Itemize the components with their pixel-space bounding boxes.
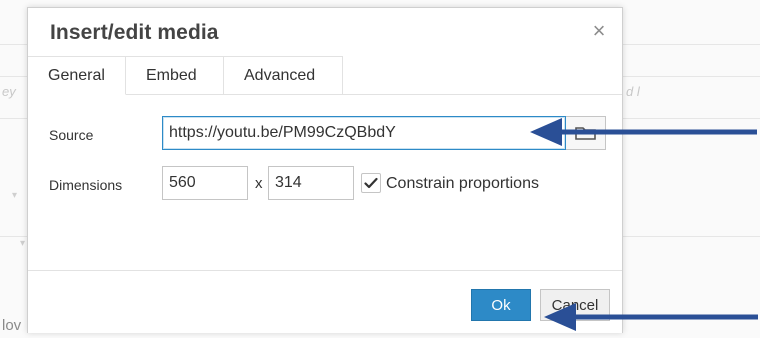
browse-button[interactable] xyxy=(566,116,606,150)
dimensions-separator: x xyxy=(255,175,263,192)
constrain-proportions-checkbox[interactable] xyxy=(361,173,381,193)
dimensions-label: Dimensions xyxy=(49,177,123,193)
dialog-footer: Ok Cancel xyxy=(28,270,622,333)
height-input[interactable]: 314 xyxy=(268,166,354,200)
tab-bar: General Embed Advanced xyxy=(28,56,622,95)
background-caret-icon: ▾ xyxy=(20,238,26,249)
tab-advanced[interactable]: Advanced xyxy=(224,56,343,94)
background-caret-icon: ▾ xyxy=(12,190,18,201)
insert-edit-media-dialog: Insert/edit media × General Embed Advanc… xyxy=(27,7,623,333)
checkmark-icon xyxy=(364,177,378,189)
background-text-fragment: lov xyxy=(2,317,22,334)
dialog-title: Insert/edit media xyxy=(50,21,219,44)
source-label: Source xyxy=(49,127,94,143)
tab-embed[interactable]: Embed xyxy=(126,56,224,94)
constrain-proportions-label: Constrain proportions xyxy=(386,175,539,192)
background-text-fragment: d l xyxy=(626,84,640,99)
tab-general[interactable]: General xyxy=(28,56,126,95)
width-input[interactable]: 560 xyxy=(162,166,248,200)
ok-button[interactable]: Ok xyxy=(471,289,531,321)
background-text-fragment: ey xyxy=(2,84,16,99)
folder-search-icon xyxy=(574,127,596,140)
page: ey d l ▾ ▾ lov Insert/edit media × Gener… xyxy=(0,0,760,338)
source-url-input[interactable]: https://youtu.be/PM99CzQBbdY xyxy=(162,116,566,150)
close-icon[interactable]: × xyxy=(588,20,610,42)
cancel-button[interactable]: Cancel xyxy=(540,289,610,321)
